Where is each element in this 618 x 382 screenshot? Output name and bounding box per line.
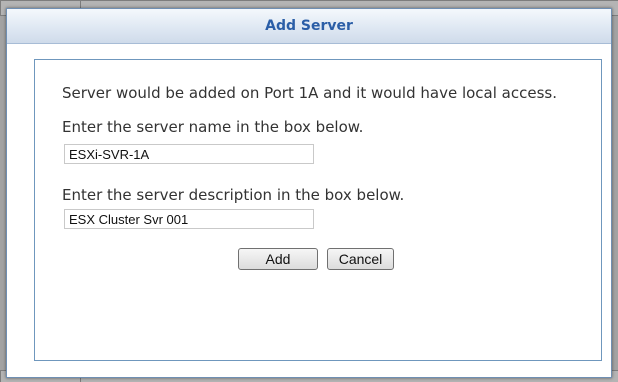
server-name-prompt: Enter the server name in the box below. xyxy=(62,118,364,136)
add-button[interactable]: Add xyxy=(238,248,318,270)
server-description-prompt: Enter the server description in the box … xyxy=(62,186,405,204)
add-server-dialog: Add Server Server would be added on Port… xyxy=(6,8,612,378)
cancel-button[interactable]: Cancel xyxy=(327,248,394,270)
dialog-title: Add Server xyxy=(265,18,353,34)
dialog-content-panel: Server would be added on Port 1A and it … xyxy=(34,59,602,361)
server-name-input[interactable] xyxy=(64,144,314,164)
server-description-input[interactable] xyxy=(64,209,314,229)
dialog-titlebar[interactable]: Add Server xyxy=(7,9,611,44)
port-info-text: Server would be added on Port 1A and it … xyxy=(62,84,557,102)
